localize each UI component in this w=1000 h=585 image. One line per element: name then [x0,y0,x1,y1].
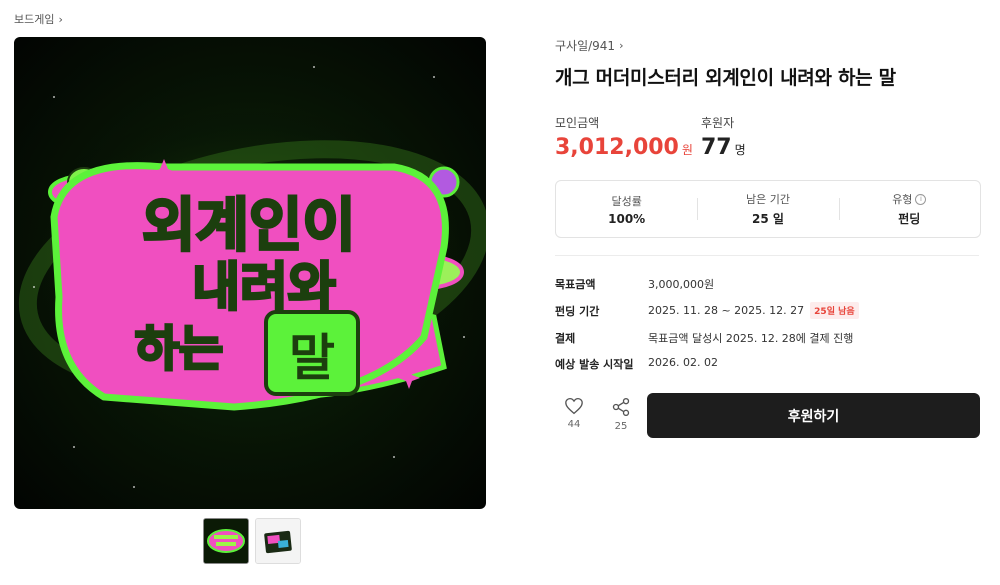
ship-value-text: 2026. 02. 02 [648,356,718,369]
chevron-right-icon: › [619,39,624,52]
payment-value: 목표금액 달성시 2025. 12. 28에 결제 진행 [648,330,853,346]
info-icon[interactable]: i [915,193,927,205]
raised-amount: 3,012,000 원 [555,135,693,160]
hero-art-line1: 외계인이 [142,191,355,259]
stat-remaining: 남은 기간 25 일 [697,181,838,237]
period-value-text: 2025. 11. 28 ~ 2025. 12. 27 [648,304,805,317]
share-button[interactable]: 25 [604,397,638,432]
backers-unit: 명 [734,143,746,157]
breadcrumb-category: 보드게임 [14,13,55,26]
goal-value: 3,000,000원 [648,276,714,292]
raised-unit: 원 [681,143,693,157]
creator-name: 구사일/941 [555,39,616,53]
stat-type: 유형 i 펀딩 [838,181,980,237]
remaining-badge: 25일 남음 [810,302,859,319]
stat-label: 남은 기간 [746,193,790,206]
stat-achievement: 달성률 100% [556,181,697,237]
project-title: 개그 머더미스터리 외계인이 내려와 하는 말 [555,67,896,89]
raised-label: 모인금액 [555,116,600,130]
hero-art-line2: 내려와 [192,258,336,318]
ship-label: 예상 발송 시작일 [555,358,634,371]
payment-value-text: 목표금액 달성시 2025. 12. 28에 결제 진행 [648,332,854,345]
breadcrumb[interactable]: 보드게임 › [14,11,63,27]
period-label: 펀딩 기간 [555,305,600,318]
sponsor-button[interactable]: 후원하기 [647,393,980,438]
goal-value-text: 3,000,000원 [648,278,715,291]
share-count: 25 [614,421,628,432]
stat-label: 달성률 [611,194,642,208]
stat-label: 유형 [892,193,913,206]
like-button[interactable]: 44 [557,397,591,430]
period-value: 2025. 11. 28 ~ 2025. 12. 27 25일 남음 [648,302,859,319]
thumbnail-1[interactable] [203,518,249,564]
stats-box: 달성률 100% 남은 기간 25 일 유형 i 펀딩 [555,180,981,238]
ship-value: 2026. 02. 02 [648,356,718,369]
hero-art-line4: 말 [289,329,335,387]
share-icon [612,398,630,416]
creator-link[interactable]: 구사일/941 › [555,37,623,54]
chevron-right-icon: › [58,12,63,26]
stat-value: 펀딩 [898,212,921,226]
backers-label: 후원자 [701,116,735,130]
stat-value: 25 일 [752,212,784,226]
payment-label: 결제 [555,332,576,345]
like-count: 44 [567,419,581,430]
backers-count: 77 명 [701,135,746,160]
backers-value: 77 [701,135,732,160]
stat-value: 100% [608,211,646,226]
heart-icon [565,397,583,415]
raised-value: 3,012,000 [555,135,679,160]
project-main-image: 외계인이 내려와 하는 말 [14,37,486,509]
thumbnail-2[interactable] [255,518,301,564]
divider [555,255,979,256]
hero-art-line3: 하는 [135,321,223,377]
goal-label: 목표금액 [555,278,596,291]
